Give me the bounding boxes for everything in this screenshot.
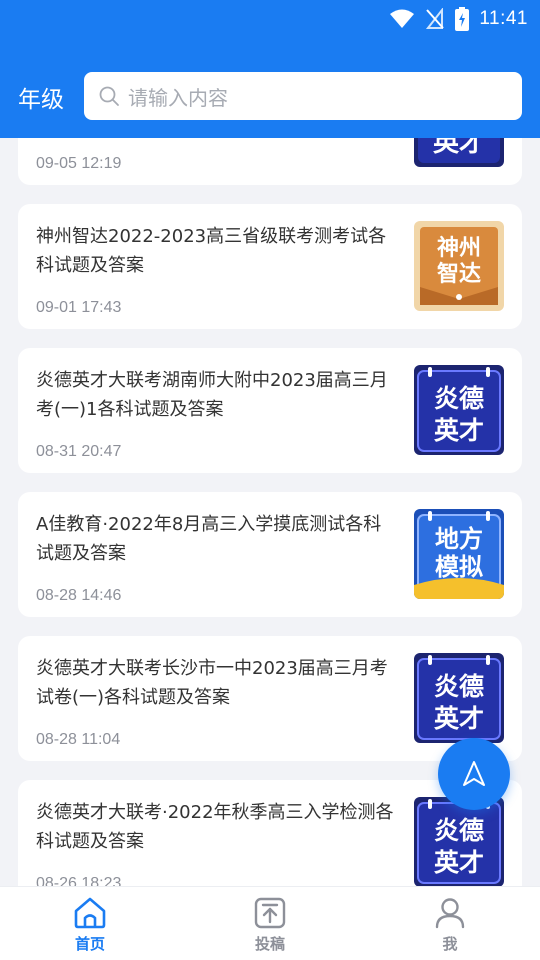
tab-submit[interactable]: 投稿 [180, 887, 360, 960]
article-date: 08-28 11:04 [36, 731, 121, 748]
no-signal-icon [426, 8, 445, 29]
article-card[interactable]: 炎德英才大联考湖南师大附中2023届高三月考(一)1各科试题及答案 08-31 … [18, 348, 522, 473]
article-thumbnail: 神州 智达 [414, 221, 504, 311]
thumb-line2: 英才 [434, 848, 484, 877]
bottom-tab-bar: 首页 投稿 我 [0, 886, 540, 960]
search-placeholder: 请输入内容 [128, 85, 228, 110]
thumb-line2: 模拟 [435, 553, 483, 581]
article-date: 09-05 12:19 [36, 155, 122, 172]
upload-icon [254, 897, 286, 929]
thumb-line2: 智达 [437, 261, 481, 287]
article-card[interactable]: 神州智达2022-2023高三省级联考测考试各科试题及答案 09-01 17:4… [18, 204, 522, 329]
article-thumbnail: 地方 模拟 [414, 509, 504, 599]
article-title: 炎德英才大联考长沙市一中2023届高三月考试卷(一)各科试题及答案 [36, 658, 388, 708]
article-title: 炎德英才大联考·2022年秋季高三入学检测各科试题及答案 [36, 802, 394, 852]
article-date: 08-26 18:23 [36, 875, 122, 886]
user-icon [435, 898, 465, 929]
tab-me[interactable]: 我 [360, 887, 540, 960]
article-date: 08-31 20:47 [36, 443, 122, 460]
tab-label: 首页 [74, 935, 105, 953]
article-date: 09-01 17:43 [36, 299, 122, 316]
thumb-line1: 神州 [437, 235, 481, 261]
article-thumbnail: 炎德 英才 [414, 797, 504, 886]
thumb-line1: 地方 [435, 525, 483, 553]
tab-label: 我 [442, 935, 458, 953]
home-icon [74, 897, 106, 929]
article-thumbnail: 炎德 英才 [414, 653, 504, 743]
search-icon [99, 86, 119, 106]
battery-charging-icon [455, 7, 470, 31]
thumb-line2: 英才 [434, 416, 484, 445]
wifi-icon [390, 9, 415, 28]
tab-home[interactable]: 首页 [0, 887, 180, 960]
status-bar: 11:41 [389, 6, 528, 32]
app-header: 11:41 年级 请输入内容 [0, 0, 540, 138]
thumb-line1: 炎德 [434, 816, 484, 845]
search-input[interactable]: 请输入内容 [84, 72, 522, 120]
article-title: A佳教育·2022年8月高三入学摸底测试各科试题及答案 [36, 514, 382, 564]
tab-label: 投稿 [254, 935, 285, 953]
article-thumbnail: 炎德 英才 [414, 365, 504, 455]
navigate-fab-button[interactable] [438, 738, 510, 810]
article-card[interactable]: 炎德英才大联考长沙市一中2023届高三月考试卷(一)各科试题及答案 08-28 … [18, 636, 522, 761]
thumb-line1: 炎德 [434, 384, 484, 413]
grade-selector[interactable]: 年级 [18, 80, 64, 114]
article-card[interactable]: A佳教育·2022年8月高三入学摸底测试各科试题及答案 08-28 14:46 … [18, 492, 522, 617]
article-title: 炎德英才大联考湖南师大附中2023届高三月考(一)1各科试题及答案 [36, 370, 388, 420]
thumb-line1: 炎德 [434, 672, 484, 701]
article-title: 神州智达2022-2023高三省级联考测考试各科试题及答案 [36, 226, 387, 276]
article-date: 08-28 14:46 [36, 587, 122, 604]
status-time: 11:41 [479, 8, 528, 29]
navigation-arrow-icon [463, 761, 485, 786]
thumb-line2: 英才 [434, 704, 484, 733]
